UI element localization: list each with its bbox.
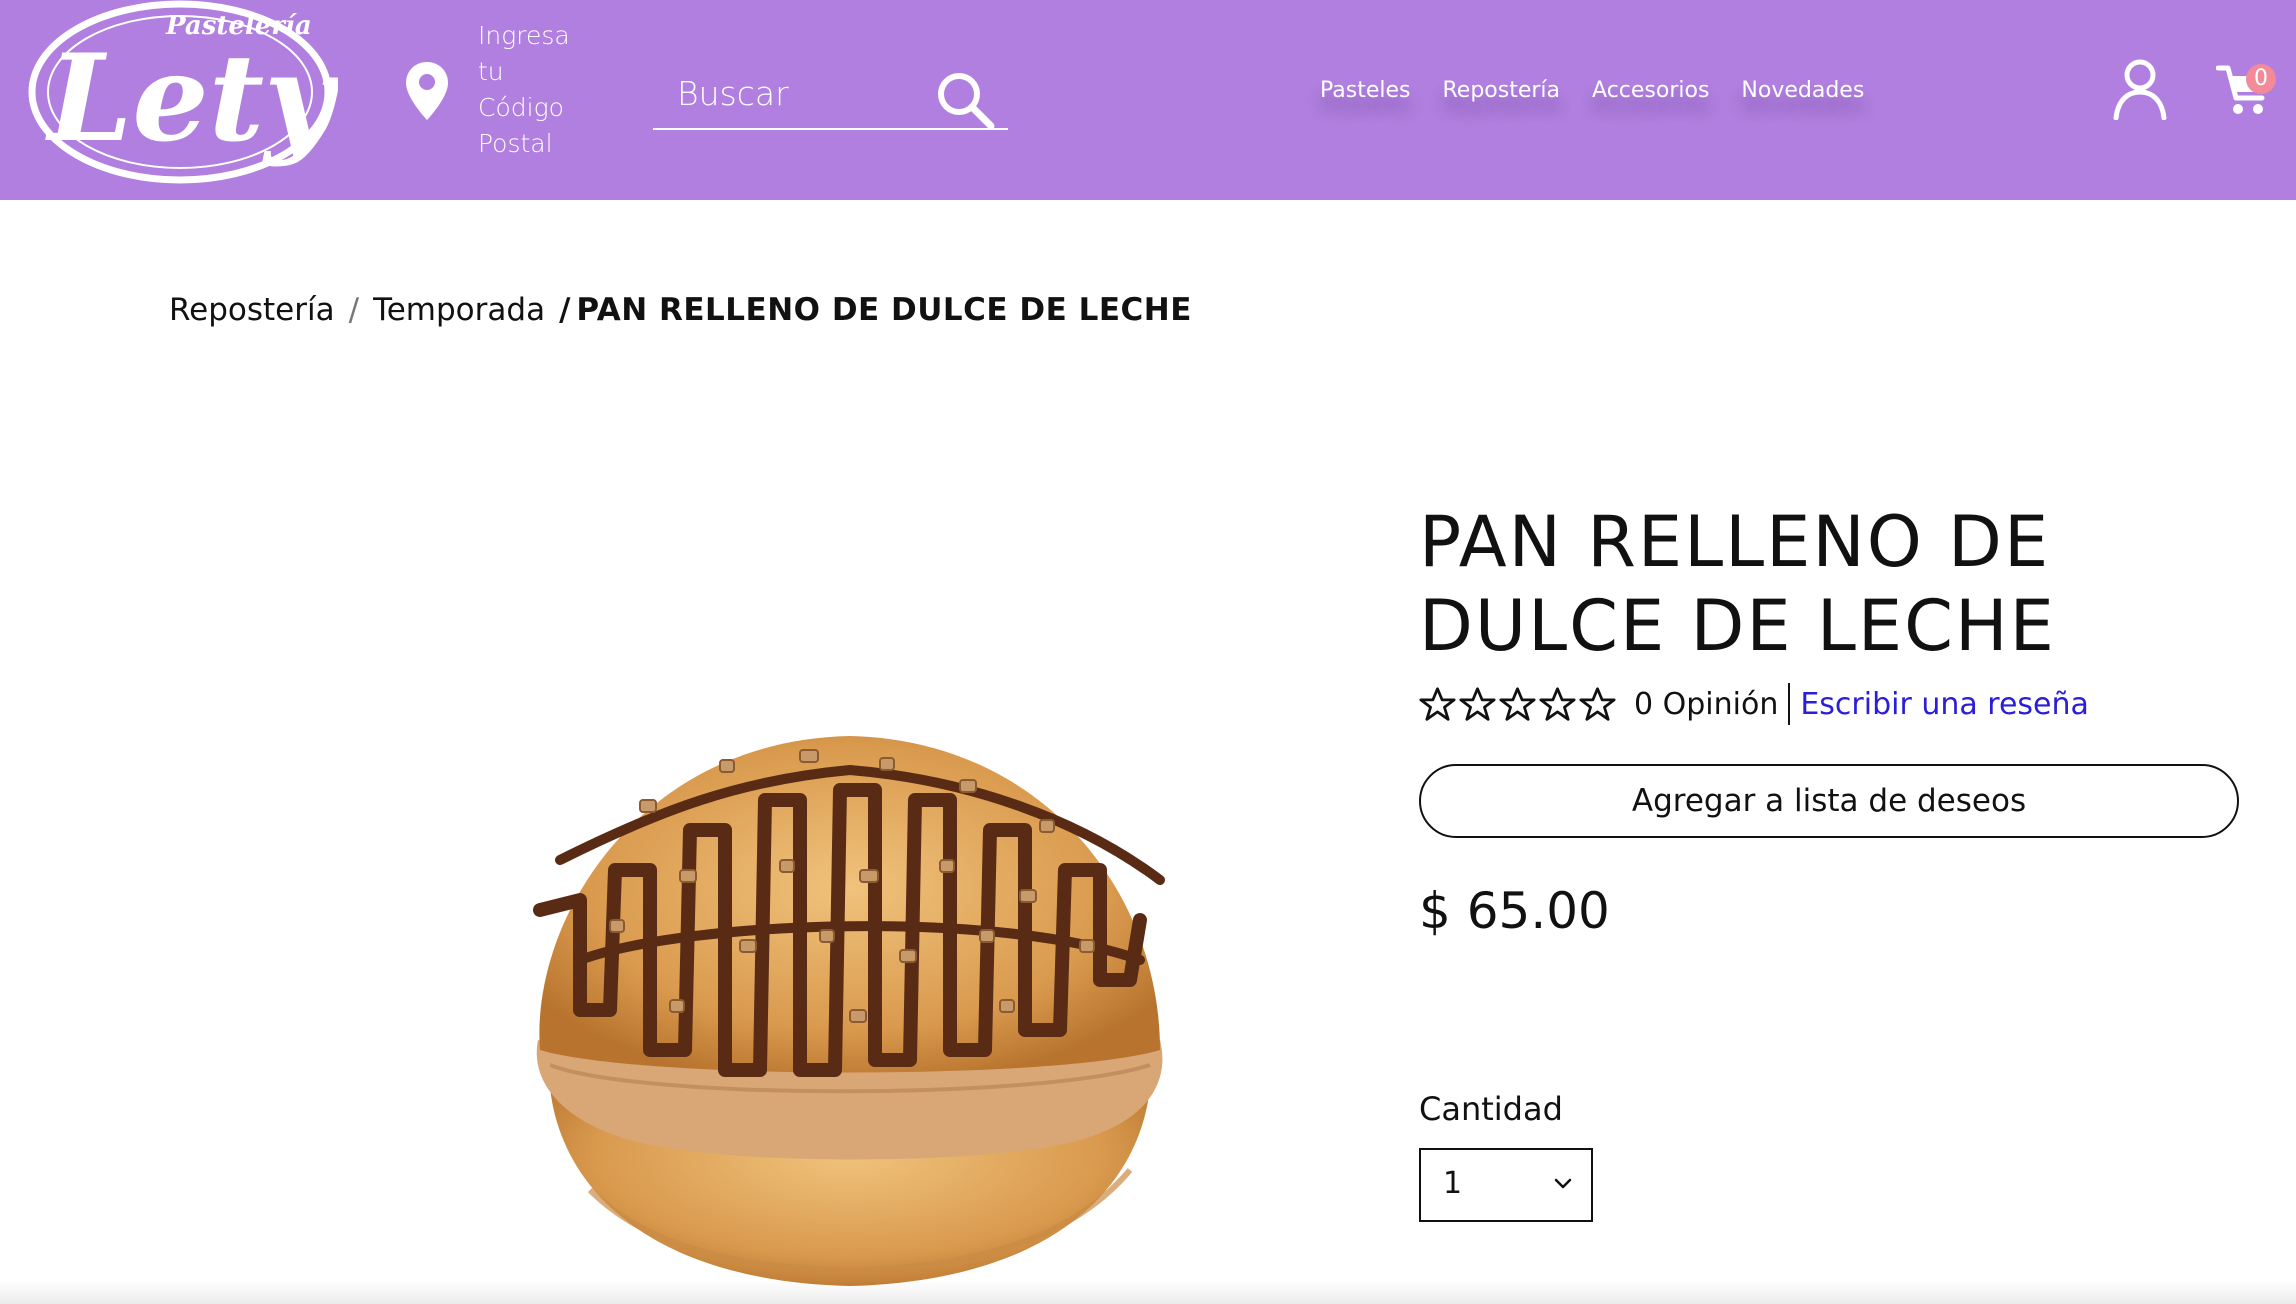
breadcrumb-item-reposteria[interactable]: Repostería (169, 292, 335, 328)
search-input[interactable] (675, 68, 929, 118)
breadcrumb-separator: / (348, 292, 360, 328)
logo-word: Lety (45, 28, 338, 169)
location-pin-icon[interactable] (404, 60, 450, 122)
breadcrumb-separator: / (559, 292, 571, 328)
page-fold-shadow (0, 1280, 2296, 1304)
quantity-select[interactable]: 1 (1419, 1148, 1593, 1222)
postal-line: Código (478, 93, 564, 122)
breadcrumb: Repostería / Temporada / PAN RELLENO DE DULC… (169, 292, 1192, 328)
nav-item-accesorios[interactable]: Accesorios (1592, 78, 1709, 103)
write-review-link[interactable]: Escribir una reseña (1800, 687, 2089, 722)
quantity-value: 1 (1443, 1166, 1463, 1201)
nav-item-novedades[interactable]: Novedades (1741, 78, 1864, 103)
brand-logo[interactable]: Pastelería Lety (28, 0, 338, 185)
site-header: Pastelería Lety Ingresa tu Código Postal… (0, 0, 2296, 200)
breadcrumb-item-temporada[interactable]: Temporada (373, 292, 545, 328)
product-title-line: DULCE DE LECHE (1419, 585, 2056, 667)
cart-count-badge: 0 (2246, 64, 2276, 94)
search-bar (653, 62, 1008, 130)
product-image[interactable] (520, 720, 1180, 1304)
product-price: $ 65.00 (1419, 882, 1610, 940)
main-nav: Pasteles Repostería Accesorios Novedades (1320, 78, 1864, 103)
product-title-line: PAN RELLENO DE (1419, 501, 2051, 583)
search-icon[interactable] (935, 70, 995, 130)
star-empty-icon[interactable] (1499, 686, 1536, 723)
nav-item-pasteles[interactable]: Pasteles (1320, 78, 1411, 103)
star-empty-icon[interactable] (1419, 686, 1456, 723)
postal-line: Ingresa (478, 21, 570, 50)
user-account-icon[interactable] (2112, 58, 2168, 120)
star-empty-icon[interactable] (1459, 686, 1496, 723)
star-empty-icon[interactable] (1539, 686, 1576, 723)
chevron-down-icon (1554, 1178, 1572, 1189)
postal-line: tu (478, 57, 504, 86)
breadcrumb-current: PAN RELLENO DE DULCE DE LECHE (576, 292, 1192, 328)
add-to-wishlist-button[interactable]: Agregar a lista de deseos (1419, 764, 2239, 838)
product-title: PAN RELLENO DE DULCE DE LECHE (1419, 500, 2179, 668)
star-rating[interactable] (1419, 686, 1616, 723)
star-empty-icon[interactable] (1579, 686, 1616, 723)
reviews-count: 0 Opinión (1634, 686, 1779, 722)
postal-line: Postal (478, 129, 553, 158)
rating-row: 0 Opinión Escribir una reseña (1419, 682, 2089, 726)
nav-item-reposteria[interactable]: Repostería (1443, 78, 1561, 103)
postal-code-prompt[interactable]: Ingresa tu Código Postal (478, 18, 598, 162)
divider (1788, 683, 1791, 725)
quantity-label: Cantidad (1419, 1090, 1563, 1128)
